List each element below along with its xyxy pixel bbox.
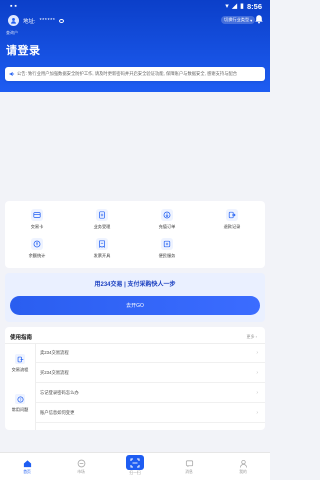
tab-label: 市场 bbox=[77, 470, 85, 474]
guide-list-item[interactable]: 买234交易流程 › bbox=[36, 364, 265, 383]
grid-item-business[interactable]: 业务受理 bbox=[82, 209, 122, 230]
wifi-icon: ▾ bbox=[225, 3, 229, 10]
guide-category-label: 常用问题 bbox=[11, 407, 29, 412]
chevron-right-icon: › bbox=[256, 370, 258, 376]
invoice-icon bbox=[96, 238, 108, 250]
service-icon bbox=[161, 238, 173, 250]
avatar[interactable] bbox=[8, 15, 19, 26]
recharge-icon bbox=[161, 209, 173, 221]
chevron-right-icon: › bbox=[256, 390, 258, 396]
guide-category-label: 交易流程 bbox=[11, 367, 29, 372]
account-label: 地址: bbox=[23, 18, 36, 25]
guide-card: 使用指南 更多 › 交易流程 ? 常用问题 卖234交易流程 › 买234交易流… bbox=[5, 327, 265, 430]
document-icon bbox=[96, 209, 108, 221]
promo-headline: 用234交易 | 支付采购快人一步 bbox=[94, 282, 176, 288]
function-grid: 交易卡 业务受理 充值订单 退款记录 ¥ 余额统计 发票开具 便民服务 bbox=[5, 201, 265, 268]
switch-industry-button[interactable]: 切换行业类型 ▾ bbox=[221, 16, 256, 24]
svg-text:?: ? bbox=[19, 396, 21, 401]
home-icon bbox=[23, 460, 31, 468]
promo-button[interactable]: 去开GO bbox=[10, 296, 260, 315]
grid-label: 发票开具 bbox=[93, 253, 111, 258]
tab-label-scan: 扫一扫 bbox=[129, 471, 141, 475]
grid-item-refund[interactable]: 退款记录 bbox=[212, 209, 252, 230]
tab-label: 消息 bbox=[185, 470, 193, 474]
chevron-right-icon: › bbox=[256, 410, 258, 416]
switch-label: 切换行业类型 bbox=[224, 17, 250, 22]
exit-icon bbox=[226, 209, 238, 221]
grid-label: 业务受理 bbox=[93, 224, 111, 229]
account-row[interactable]: 地址: ****** bbox=[8, 15, 65, 26]
tab-message[interactable]: 消息 bbox=[169, 459, 209, 475]
tab-home[interactable]: 首页 bbox=[7, 459, 47, 475]
grid-item-recharge[interactable]: 充值订单 bbox=[147, 209, 187, 230]
grid-label: 余额统计 bbox=[28, 253, 46, 258]
status-left-icons: ▪ ▪ bbox=[10, 2, 17, 10]
signal-icon: ◢ bbox=[231, 3, 238, 10]
bell-icon[interactable] bbox=[254, 14, 264, 24]
status-right: ▾ ◢ ▮ 8:56 bbox=[225, 2, 262, 11]
guide-list-item[interactable]: 忘记登录密码怎么办 › bbox=[36, 384, 265, 403]
sub-label: 查询户 bbox=[6, 30, 18, 35]
tab-market[interactable]: 市场 bbox=[61, 459, 101, 475]
grid-label: 充值订单 bbox=[158, 224, 176, 229]
message-icon bbox=[185, 460, 193, 468]
card-icon bbox=[31, 209, 43, 221]
question-icon: ? bbox=[15, 394, 25, 404]
grid-item-invoice[interactable]: 发票开具 bbox=[82, 238, 122, 259]
scan-button[interactable] bbox=[126, 455, 144, 470]
account-mask: ****** bbox=[39, 17, 56, 24]
user-icon bbox=[239, 459, 247, 468]
notice-bar[interactable]: 公告: 致行业用户加强数据安全防护工作, 请及时更新密码并开启安全验证功能, 保… bbox=[5, 67, 265, 81]
guide-item-text: 卖234交易流程 bbox=[40, 350, 69, 355]
guide-item-text: 买234交易流程 bbox=[40, 370, 69, 375]
guide-title: 使用指南 bbox=[10, 335, 33, 341]
user-avatar-icon bbox=[11, 18, 16, 24]
guide-item-text: 忘记登录密码怎么办 bbox=[40, 390, 79, 395]
guide-item-text: 账户信息如何变更 bbox=[40, 410, 75, 415]
grid-label: 退款记录 bbox=[223, 224, 241, 229]
guide-list-item[interactable]: 卖234交易流程 › bbox=[36, 344, 265, 363]
grid-item-card[interactable]: 交易卡 bbox=[17, 209, 57, 230]
guide-list-item[interactable]: 账户信息如何变更 › bbox=[36, 404, 265, 423]
scan-icon bbox=[130, 458, 140, 467]
market-icon bbox=[77, 459, 85, 468]
grid-label: 交易卡 bbox=[30, 224, 44, 229]
login-title[interactable]: 请登录 bbox=[6, 42, 41, 58]
flow-icon bbox=[15, 354, 25, 364]
guide-category-flow[interactable]: 交易流程 bbox=[5, 354, 35, 373]
grid-item-service[interactable]: 便民服务 bbox=[147, 238, 187, 259]
status-time: 8:56 bbox=[246, 1, 262, 11]
guide-more-label: 更多 bbox=[246, 334, 255, 339]
grid-item-balance[interactable]: ¥ 余额统计 bbox=[17, 238, 57, 259]
tab-profile[interactable]: 我的 bbox=[223, 459, 263, 475]
promo-card: 用234交易 | 支付采购快人一步 去开GO bbox=[5, 273, 265, 322]
svg-text:¥: ¥ bbox=[36, 241, 39, 246]
eye-icon[interactable] bbox=[59, 18, 65, 23]
chevron-down-icon: ▾ bbox=[250, 17, 253, 23]
content-placeholder bbox=[0, 92, 270, 200]
battery-icon: ▮ bbox=[240, 3, 244, 10]
grid-label: 便民服务 bbox=[158, 253, 176, 258]
guide-category-faq[interactable]: ? 常用问题 bbox=[5, 394, 35, 413]
tab-label: 首页 bbox=[23, 470, 31, 474]
tab-label: 我的 bbox=[239, 470, 247, 474]
coin-icon: ¥ bbox=[31, 238, 43, 250]
notice-text: 公告: 致行业用户加强数据安全防护工作, 请及时更新密码并开启安全验证功能, 保… bbox=[17, 71, 238, 76]
chevron-right-icon: › bbox=[256, 350, 258, 356]
speaker-icon bbox=[9, 71, 15, 77]
guide-more-link[interactable]: 更多 › bbox=[247, 334, 257, 340]
status-bar: ▪ ▪ ▾ ◢ ▮ 8:56 bbox=[0, 0, 270, 12]
